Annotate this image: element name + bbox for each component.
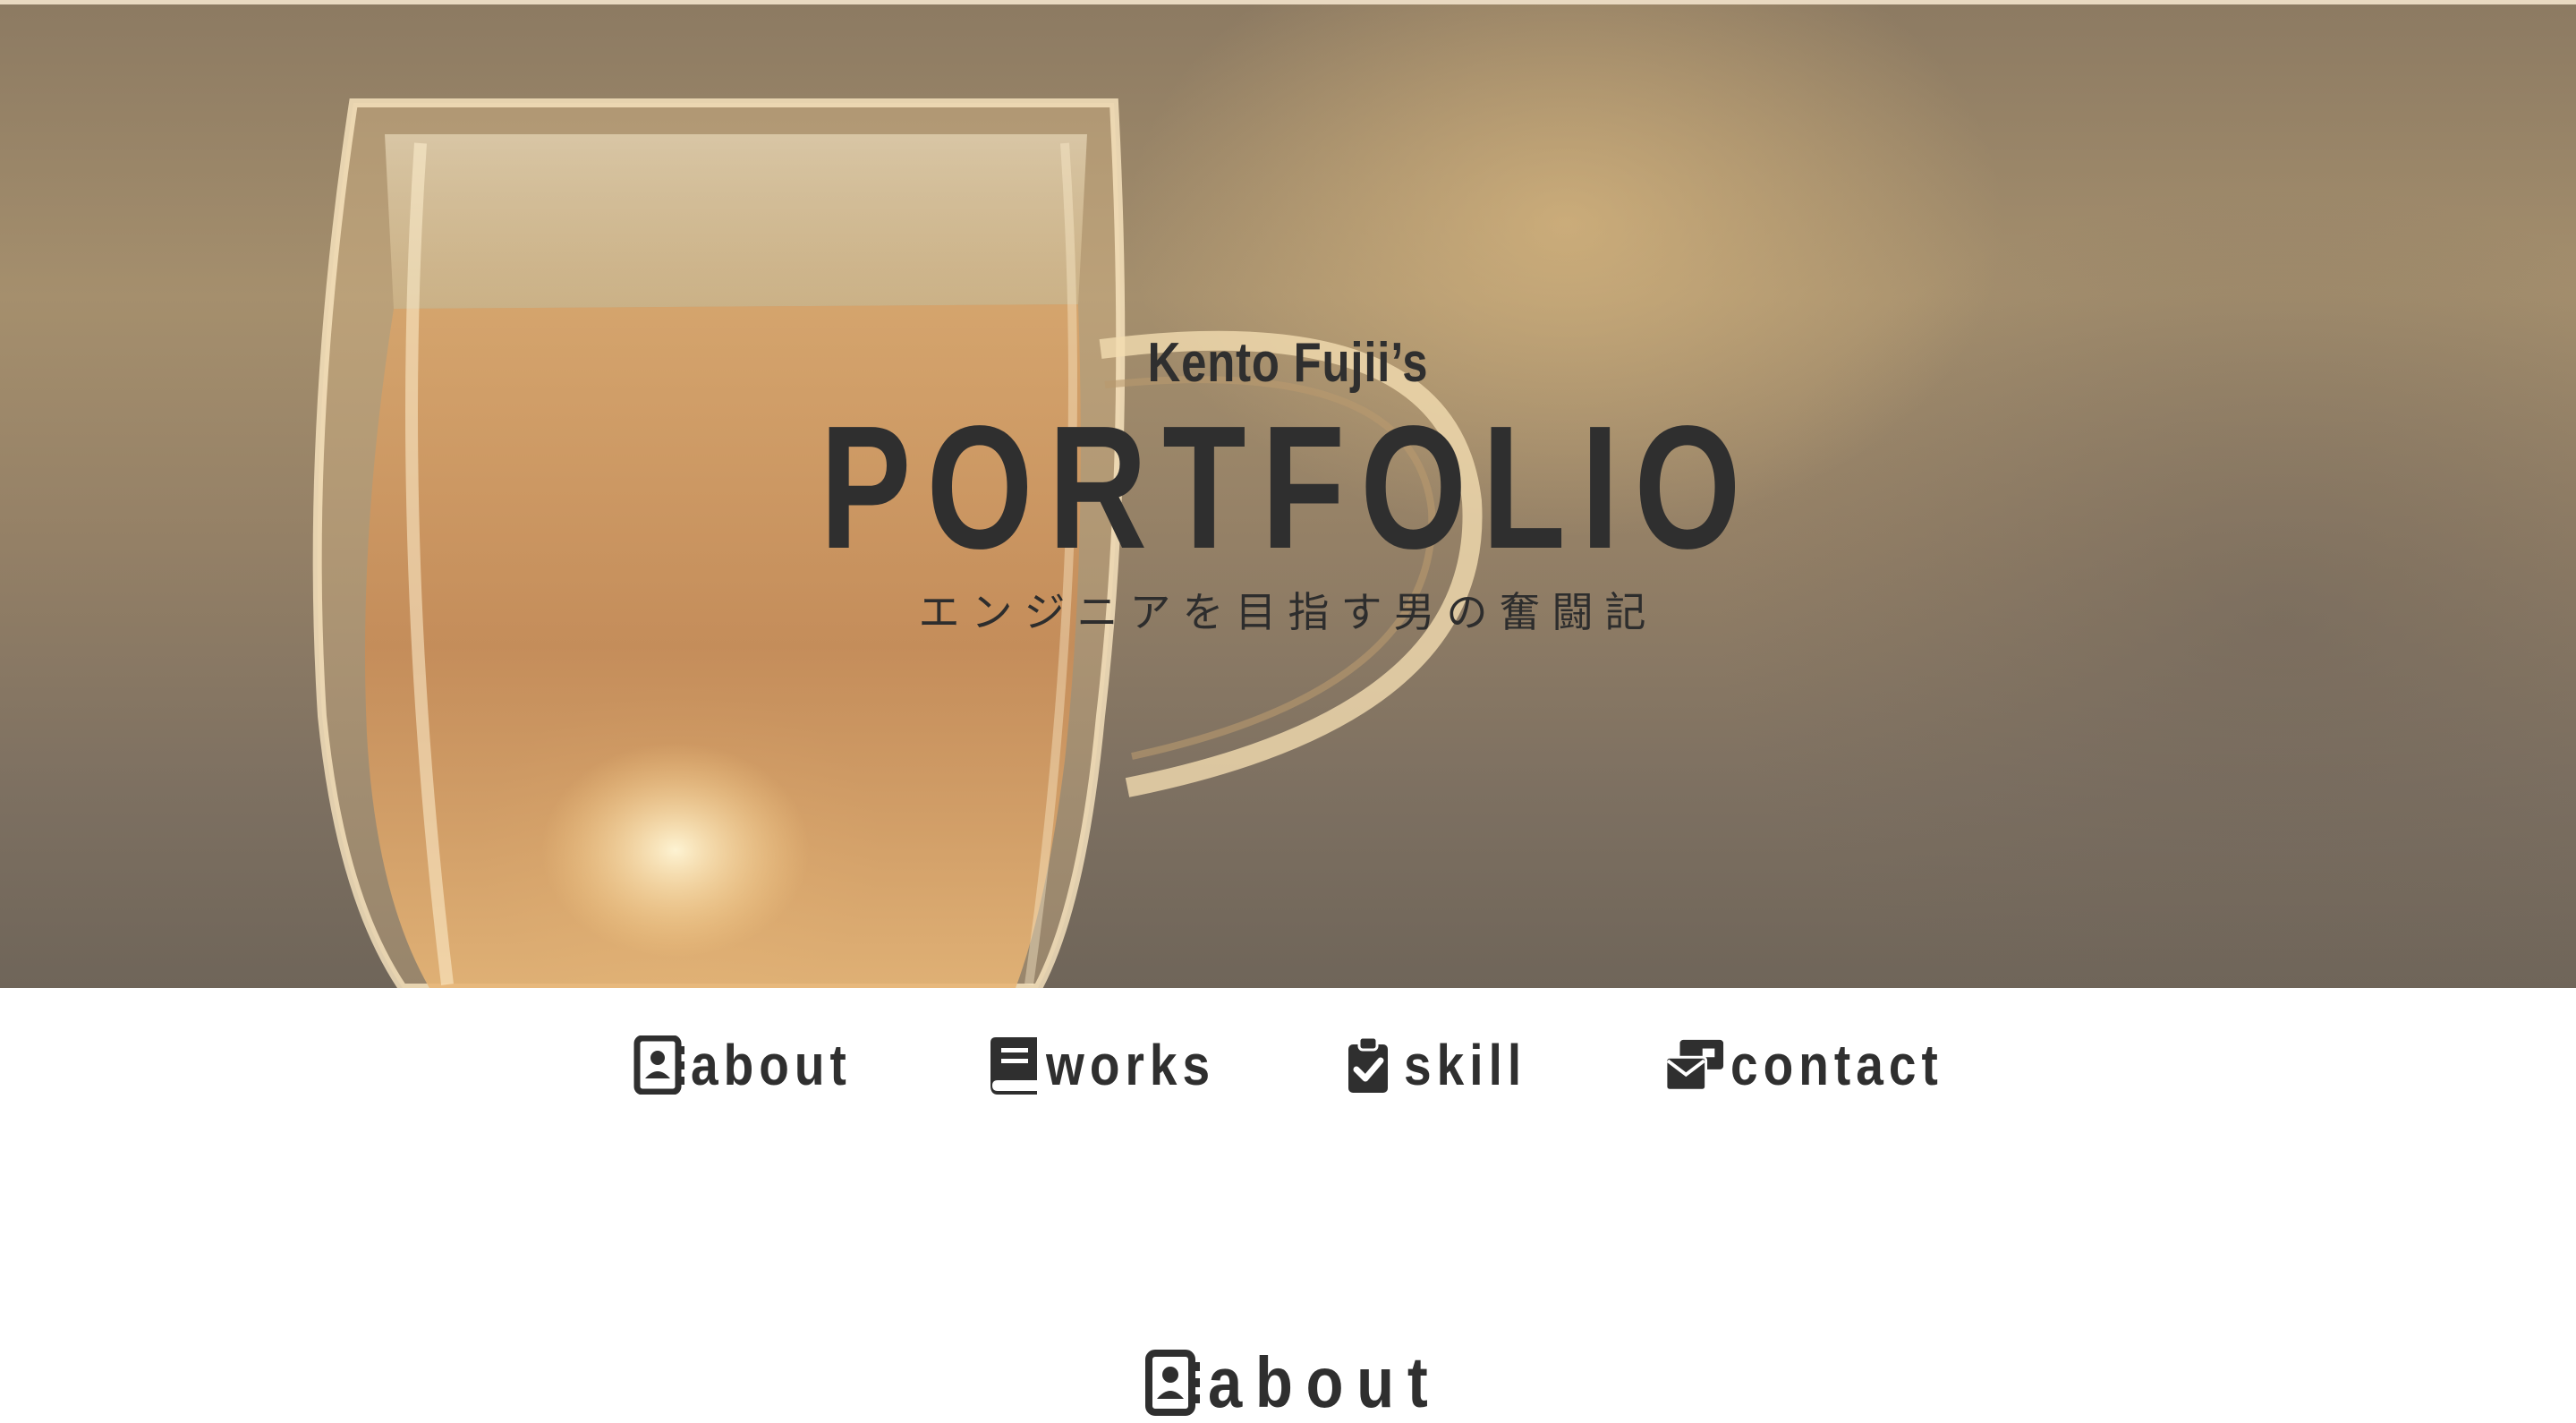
nav-item-contact[interactable]: contact — [1664, 1029, 1978, 1101]
nav-label-about: about — [691, 1033, 852, 1097]
address-book-icon — [633, 1035, 684, 1095]
hero-banner: Kento Fujii’s PORTFOLIO エンジニアを目指す男の奮闘記 — [0, 0, 2576, 988]
envelopes-icon — [1664, 1039, 1724, 1092]
book-icon — [990, 1037, 1037, 1095]
about-heading-label: about — [1208, 1342, 1441, 1422]
address-book-icon — [1145, 1350, 1200, 1416]
nav-label-skill: skill — [1404, 1033, 1527, 1097]
nav-item-about[interactable]: about — [633, 1029, 878, 1101]
page-title: PORTFOLIO — [820, 389, 1756, 585]
nav-item-works[interactable]: works — [989, 1029, 1243, 1101]
hero-subtitle: エンジニアを目指す男の奮闘記 — [918, 588, 1658, 636]
main-nav: about works skill contact — [0, 1029, 2576, 1101]
hero-kicker: Kento Fujii’s — [1147, 332, 1429, 394]
nav-label-contact: contact — [1730, 1033, 1943, 1097]
nav-item-skill[interactable]: skill — [1347, 1029, 1547, 1101]
about-section-heading: about — [1145, 1342, 1479, 1423]
clipboard-check-icon — [1348, 1035, 1388, 1093]
nav-label-works: works — [1046, 1033, 1216, 1097]
